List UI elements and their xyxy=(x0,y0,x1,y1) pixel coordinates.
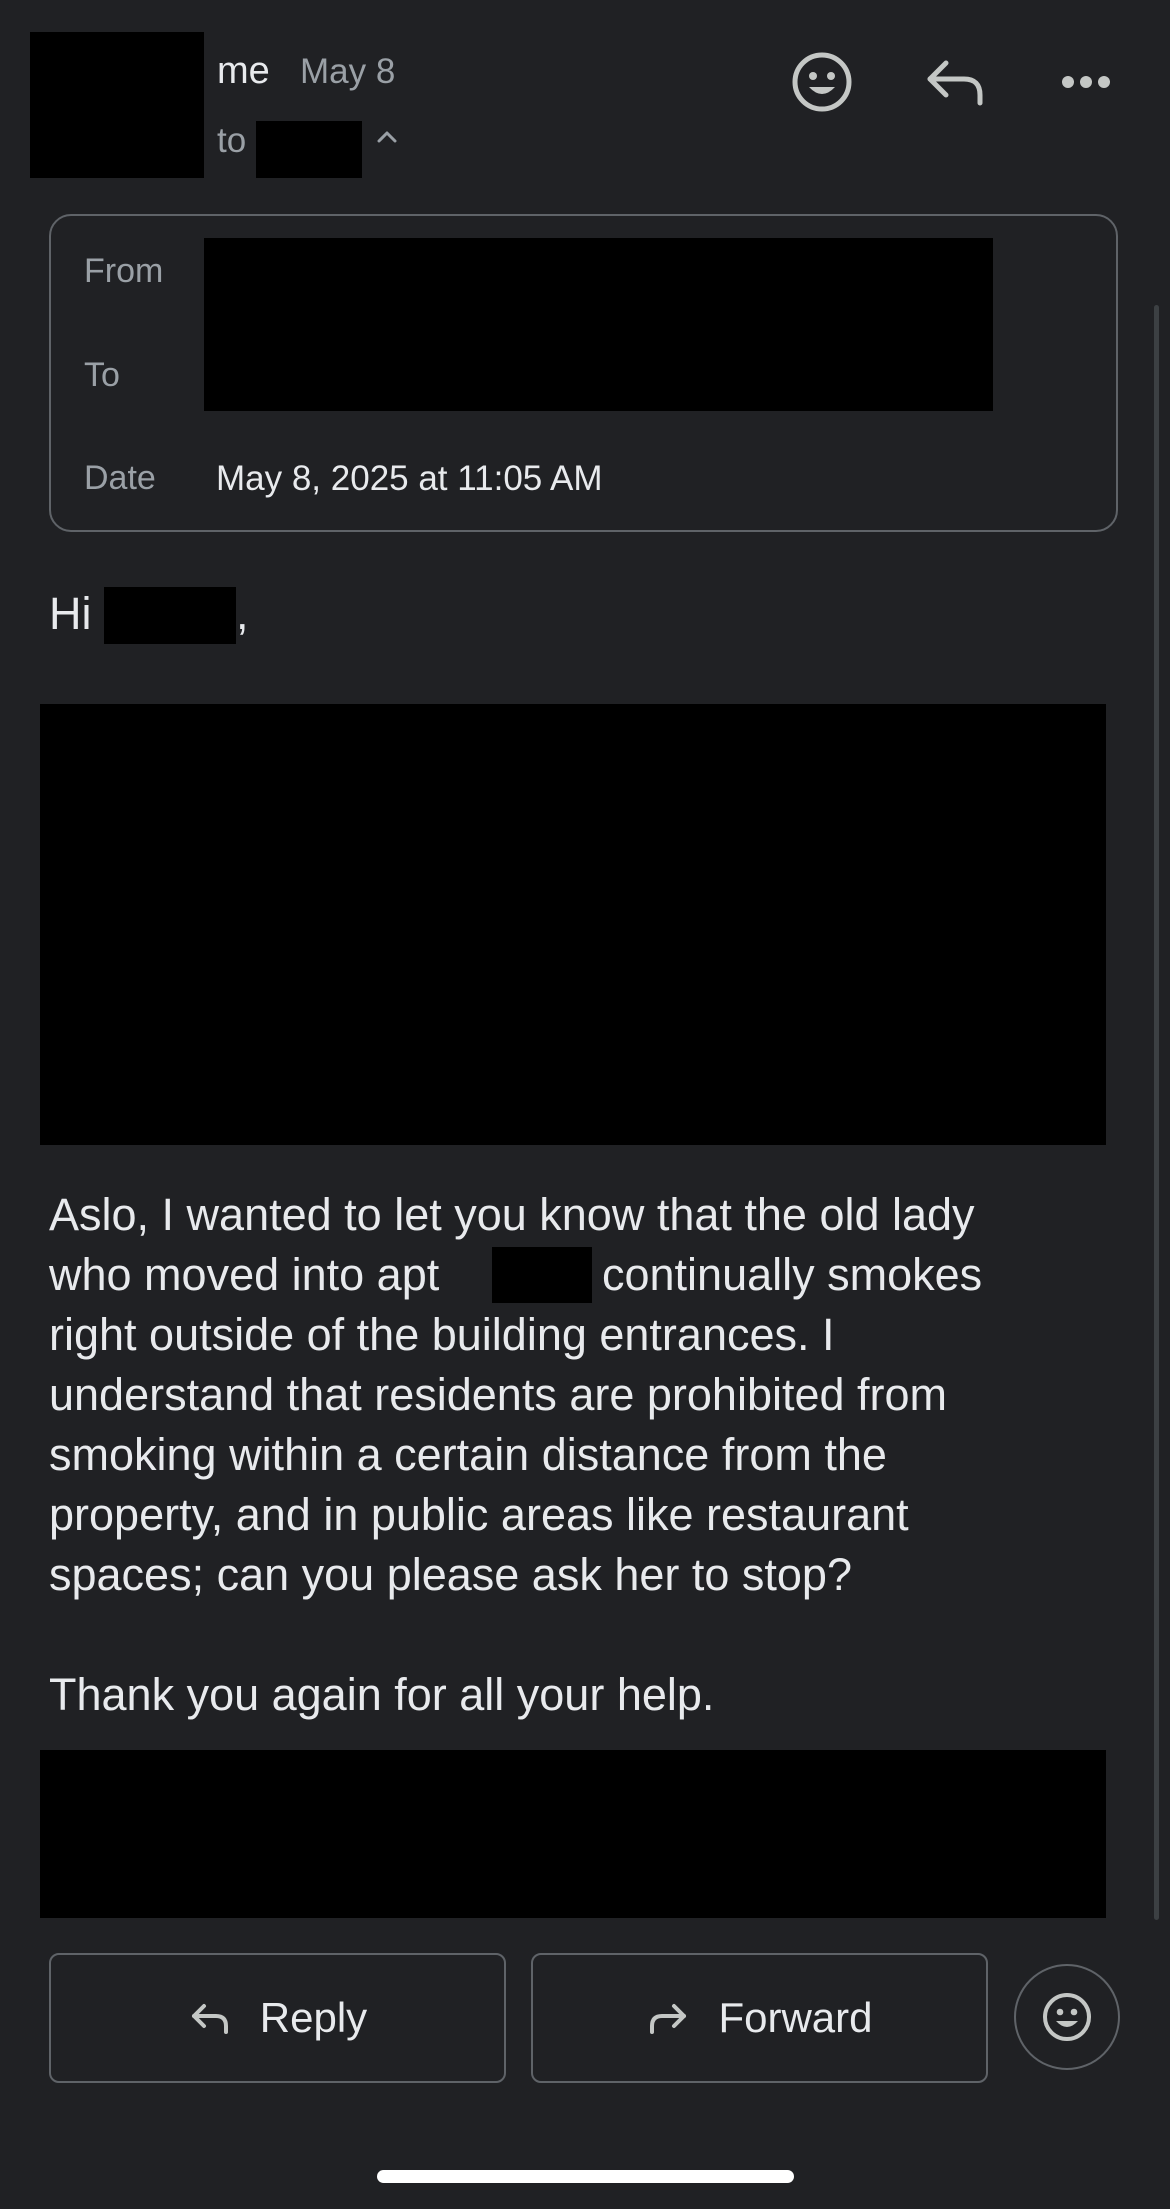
body-line-4: understand that residents are prohibited… xyxy=(49,1369,948,1420)
chevron-up-icon[interactable] xyxy=(372,122,402,152)
redacted-avatar xyxy=(30,32,204,178)
to-label: To xyxy=(84,356,120,394)
closing-line: Thank you again for all your help. xyxy=(49,1669,715,1720)
emoji-reaction-button[interactable] xyxy=(1014,1964,1120,2070)
redacted-recipient xyxy=(256,121,362,178)
body-line-7: spaces; can you please ask her to stop? xyxy=(49,1549,852,1600)
recipient-to-label: to xyxy=(217,121,247,160)
more-options-button[interactable] xyxy=(1051,47,1121,117)
from-label: From xyxy=(84,252,164,290)
reply-arrow-icon xyxy=(191,2004,228,2034)
reply-arrow-icon xyxy=(927,60,983,106)
body-line-5: smoking within a certain distance from t… xyxy=(49,1429,887,1480)
redacted-addresses xyxy=(204,238,993,411)
reply-button[interactable] xyxy=(920,47,990,117)
date-label: Date xyxy=(84,459,156,497)
body-line-2a: who moved into apt xyxy=(49,1249,440,1300)
redacted-apartment-number xyxy=(492,1247,592,1303)
smiley-icon xyxy=(1043,1993,1091,2041)
greeting-hi: Hi xyxy=(49,588,92,639)
body-line-6: property, and in public areas like resta… xyxy=(49,1489,909,1540)
forward-label: Forward xyxy=(718,1994,873,2041)
sender-name: me xyxy=(217,50,270,92)
reply-action-button[interactable]: Reply xyxy=(49,1953,506,2083)
smiley-icon xyxy=(792,52,852,112)
more-horizontal-icon xyxy=(1062,76,1110,88)
home-indicator xyxy=(377,2170,794,2183)
body-line-3: right outside of the building entrances.… xyxy=(49,1309,835,1360)
scrollbar[interactable] xyxy=(1154,305,1159,1920)
forward-action-button[interactable]: Forward xyxy=(531,1953,988,2083)
redacted-recipient-name xyxy=(104,587,236,644)
redacted-signature xyxy=(40,1750,1106,1918)
forward-arrow-icon xyxy=(650,2004,687,2034)
greeting-comma: , xyxy=(236,588,249,639)
message-date: May 8 xyxy=(300,52,396,91)
body-line-1: Aslo, I wanted to let you know that the … xyxy=(49,1189,975,1240)
reply-label: Reply xyxy=(259,1994,368,2041)
date-value: May 8, 2025 at 11:05 AM xyxy=(216,459,603,498)
body-line-2b: continually smokes xyxy=(602,1249,983,1300)
add-reaction-button[interactable] xyxy=(787,47,857,117)
redacted-paragraph xyxy=(40,704,1106,1145)
